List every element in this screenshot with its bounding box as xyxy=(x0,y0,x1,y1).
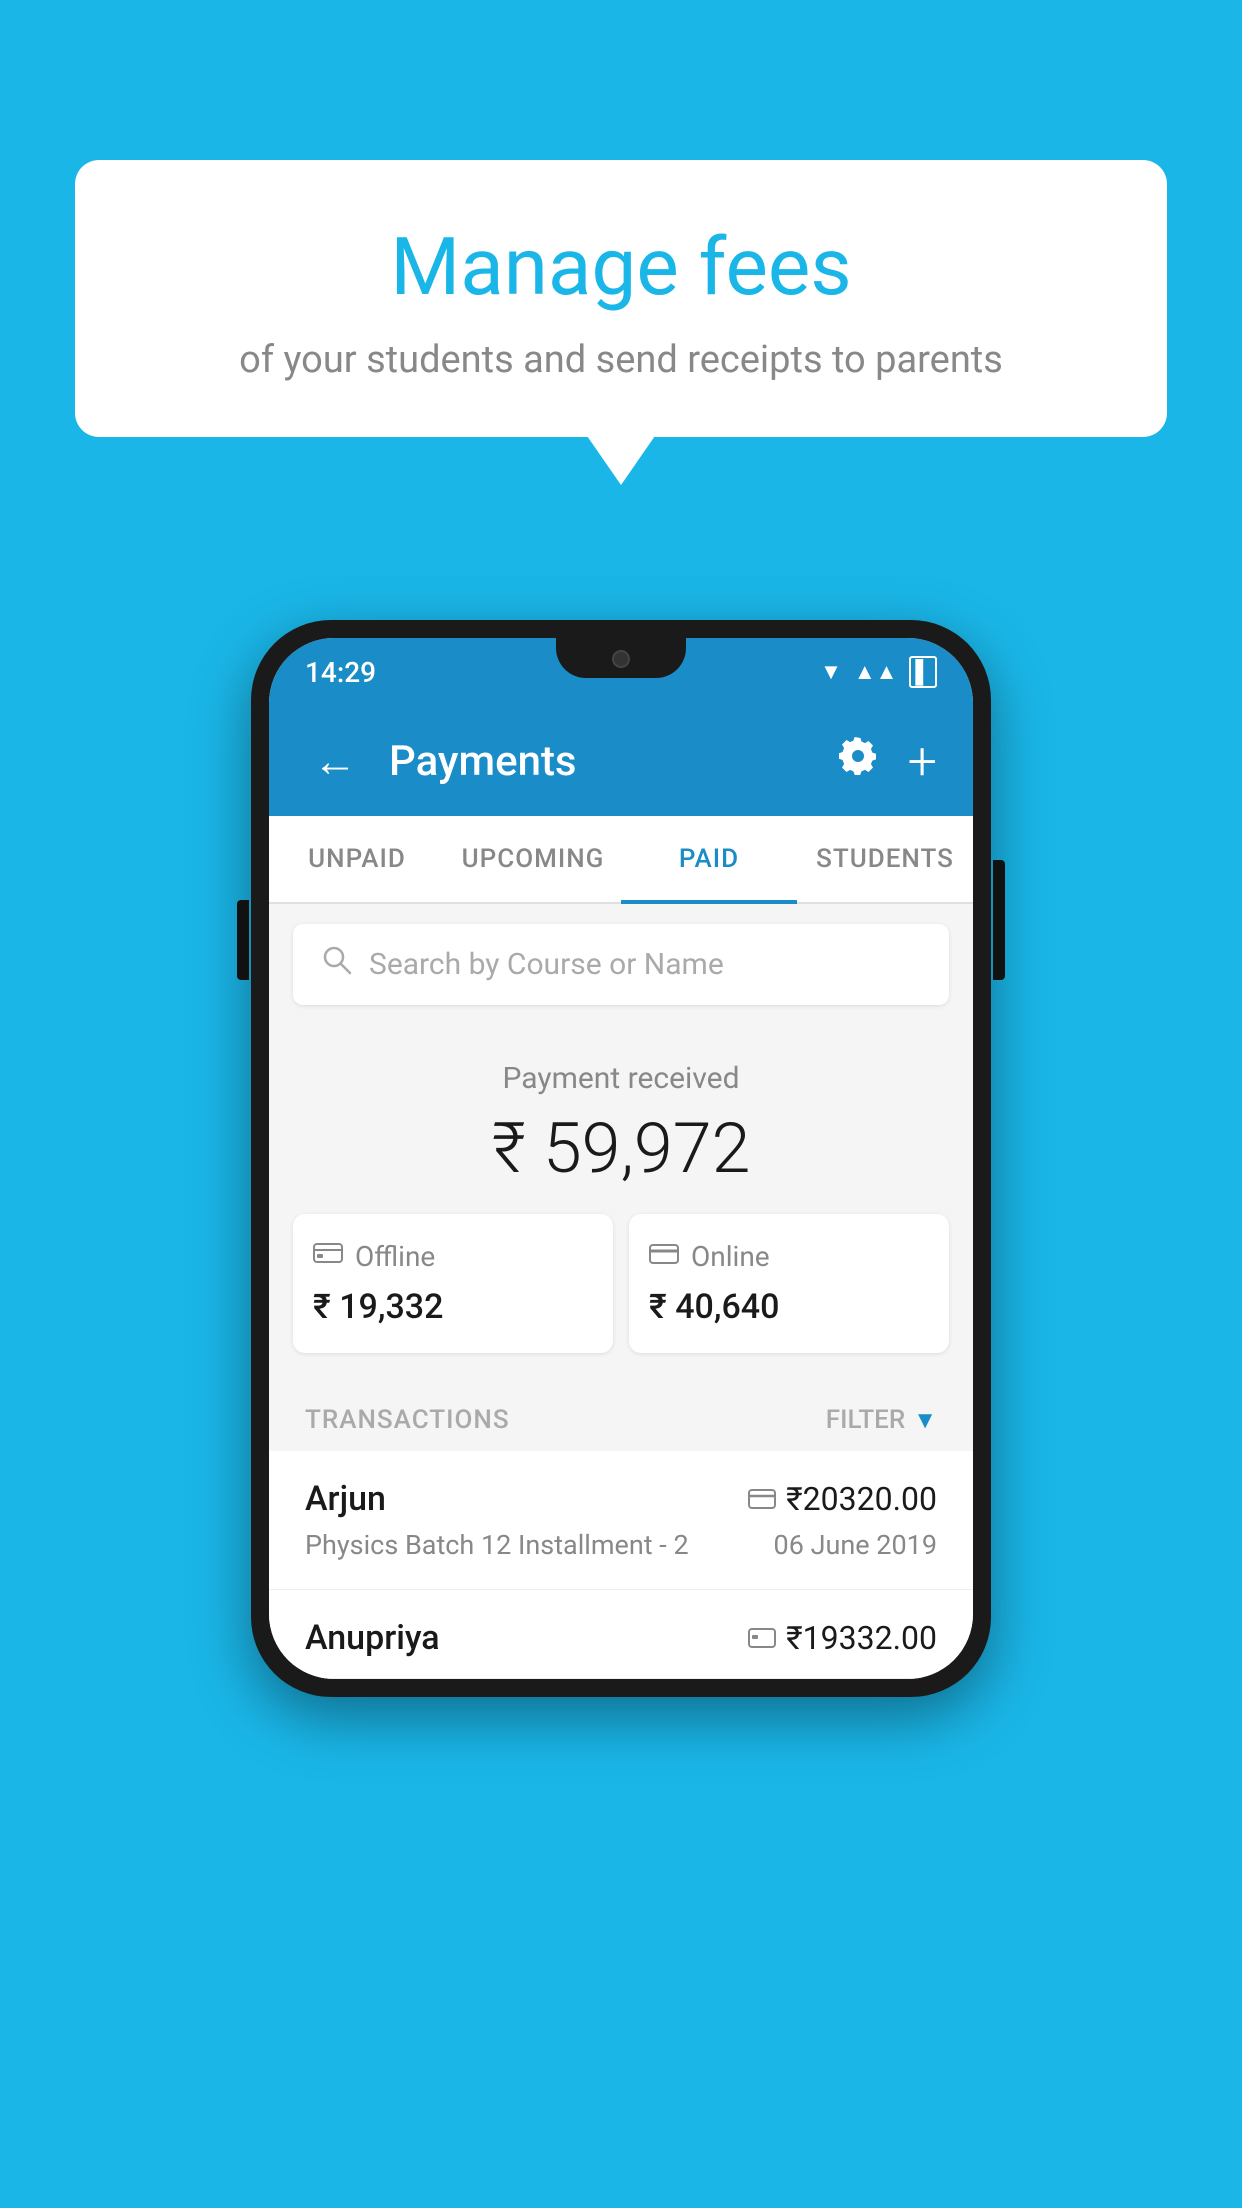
transaction-amount: ₹19332.00 xyxy=(786,1619,937,1657)
cash-payment-icon xyxy=(748,1619,776,1657)
phone-screen: 14:29 ▼ ▲▲ ▌ ← Payments xyxy=(269,638,973,1679)
search-container: Search by Course or Name xyxy=(269,904,973,1025)
online-icon xyxy=(649,1240,679,1273)
transaction-list: Arjun ₹20320.00 Physics xyxy=(269,1451,973,1679)
phone-mockup: 14:29 ▼ ▲▲ ▌ ← Payments xyxy=(251,620,991,1697)
offline-payment-card: Offline ₹ 19,332 xyxy=(293,1214,613,1353)
transaction-description: Physics Batch 12 Installment - 2 xyxy=(305,1529,689,1561)
speech-bubble-title: Manage fees xyxy=(135,220,1107,314)
transaction-name: Anupriya xyxy=(305,1618,440,1658)
status-time: 14:29 xyxy=(305,656,376,689)
transaction-row-top: Arjun ₹20320.00 xyxy=(305,1479,937,1519)
payment-total: ₹ 59,972 xyxy=(293,1108,949,1190)
app-bar: ← Payments + xyxy=(269,706,973,816)
payment-cards: Offline ₹ 19,332 xyxy=(293,1214,949,1353)
tab-unpaid[interactable]: UNPAID xyxy=(269,816,445,902)
payment-summary: Payment received ₹ 59,972 xyxy=(269,1025,973,1381)
transaction-row-bottom: Physics Batch 12 Installment - 2 06 June… xyxy=(305,1529,937,1561)
filter-label: FILTER xyxy=(826,1405,905,1435)
search-icon xyxy=(321,944,353,985)
tab-students[interactable]: STUDENTS xyxy=(797,816,973,902)
phone-outer: 14:29 ▼ ▲▲ ▌ ← Payments xyxy=(251,620,991,1697)
filter-button[interactable]: FILTER ▼ xyxy=(826,1405,937,1435)
transaction-amount-container: ₹19332.00 xyxy=(748,1619,937,1657)
offline-amount: ₹ 19,332 xyxy=(313,1287,593,1327)
offline-label: Offline xyxy=(355,1240,435,1273)
back-button[interactable]: ← xyxy=(305,727,365,795)
transaction-date: 06 June 2019 xyxy=(774,1529,937,1561)
gear-button[interactable] xyxy=(836,734,880,789)
online-payment-card: Online ₹ 40,640 xyxy=(629,1214,949,1353)
app-bar-actions: + xyxy=(836,731,937,792)
tabs-container: UNPAID UPCOMING PAID STUDENTS xyxy=(269,816,973,904)
offline-icon xyxy=(313,1240,343,1273)
table-row[interactable]: Arjun ₹20320.00 Physics xyxy=(269,1451,973,1590)
transaction-row-top: Anupriya ₹19332.00 xyxy=(305,1618,937,1658)
battery-icon: ▌ xyxy=(909,656,937,688)
notch-camera xyxy=(612,650,630,668)
online-card-header: Online xyxy=(649,1240,929,1273)
online-label: Online xyxy=(691,1240,770,1273)
signal-icon: ▲▲ xyxy=(854,659,898,685)
payment-received-label: Payment received xyxy=(293,1061,949,1096)
wifi-icon: ▼ xyxy=(820,659,842,685)
notch xyxy=(556,638,686,678)
speech-bubble-subtitle: of your students and send receipts to pa… xyxy=(135,338,1107,382)
filter-icon: ▼ xyxy=(913,1406,937,1435)
transaction-amount-container: ₹20320.00 xyxy=(748,1480,937,1518)
transactions-header: TRANSACTIONS FILTER ▼ xyxy=(269,1381,973,1451)
tab-upcoming[interactable]: UPCOMING xyxy=(445,816,621,902)
offline-card-header: Offline xyxy=(313,1240,593,1273)
tab-paid[interactable]: PAID xyxy=(621,816,797,902)
online-amount: ₹ 40,640 xyxy=(649,1287,929,1327)
transaction-amount: ₹20320.00 xyxy=(786,1480,937,1518)
transaction-name: Arjun xyxy=(305,1479,386,1519)
search-input[interactable]: Search by Course or Name xyxy=(369,947,724,982)
transactions-label: TRANSACTIONS xyxy=(305,1405,510,1435)
card-payment-icon xyxy=(748,1480,776,1518)
status-icons: ▼ ▲▲ ▌ xyxy=(820,656,937,688)
status-bar: 14:29 ▼ ▲▲ ▌ xyxy=(269,638,973,706)
table-row[interactable]: Anupriya ₹19332.00 xyxy=(269,1590,973,1679)
app-title: Payments xyxy=(389,737,812,786)
speech-bubble: Manage fees of your students and send re… xyxy=(75,160,1167,437)
search-bar[interactable]: Search by Course or Name xyxy=(293,924,949,1005)
plus-button[interactable]: + xyxy=(908,731,937,792)
